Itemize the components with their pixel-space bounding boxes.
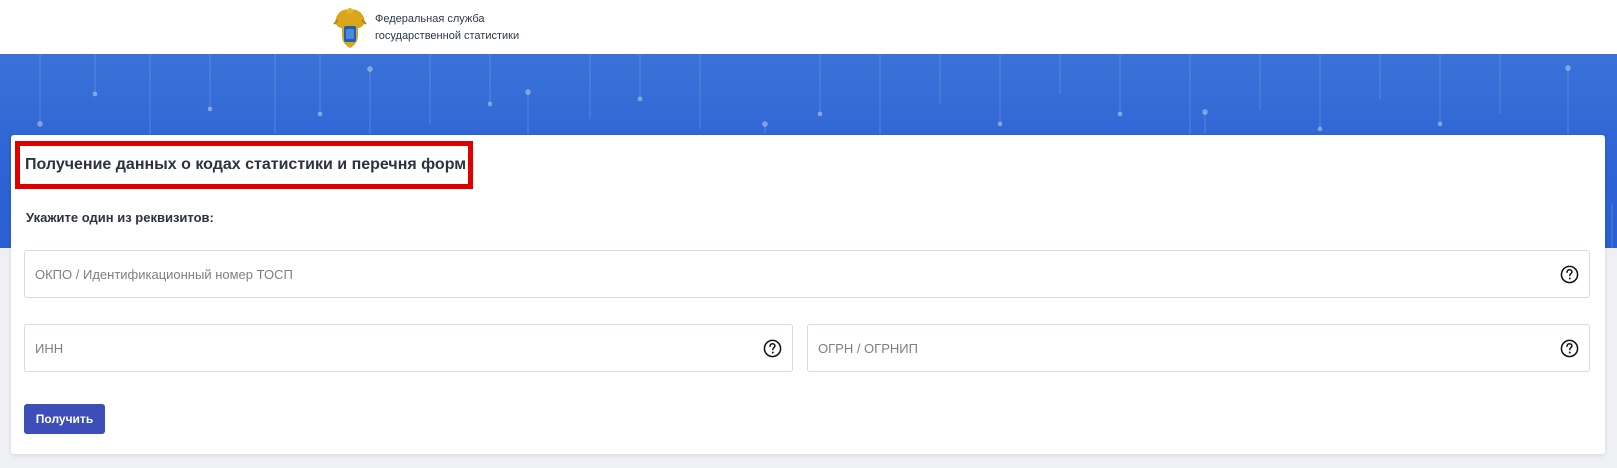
org-name: Федеральная служба государственной стати… xyxy=(375,11,519,45)
form-title: Получение данных о кодах статистики и пе… xyxy=(25,156,467,173)
ogrn-input[interactable] xyxy=(808,325,1589,371)
help-icon[interactable] xyxy=(763,339,782,358)
ogrn-field xyxy=(807,324,1590,372)
form-subtitle: Укажите один из реквизитов: xyxy=(26,210,214,225)
inn-input[interactable] xyxy=(25,325,792,371)
help-icon[interactable] xyxy=(1560,265,1579,284)
inn-field xyxy=(24,324,793,372)
okpo-input[interactable] xyxy=(25,251,1589,297)
help-icon[interactable] xyxy=(1560,339,1579,358)
submit-button[interactable]: Получить xyxy=(24,404,105,434)
form-card: Получение данных о кодах статистики и пе… xyxy=(11,135,1605,454)
org-name-line1: Федеральная служба xyxy=(375,13,485,25)
okpo-field xyxy=(24,250,1590,298)
org-name-line2: государственной статистики xyxy=(375,30,520,42)
site-header: Федеральная служба государственной стати… xyxy=(0,0,1617,54)
coat-of-arms-icon[interactable] xyxy=(332,6,368,50)
